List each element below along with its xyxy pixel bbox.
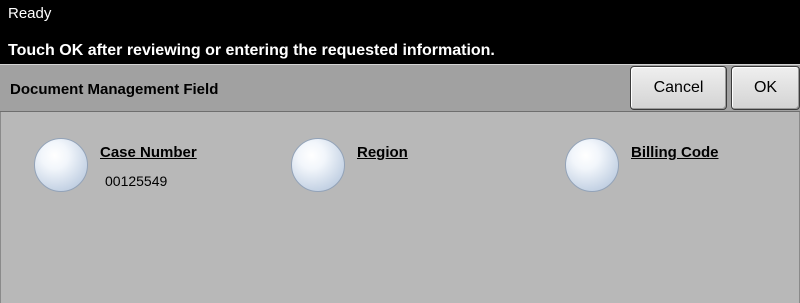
region-select-button[interactable] [291, 138, 345, 192]
touch-screen: Ready Touch OK after reviewing or enteri… [0, 0, 800, 303]
status-bar: Ready Touch OK after reviewing or enteri… [0, 0, 800, 64]
case-number-label[interactable]: Case Number [100, 144, 197, 161]
billing-code-label[interactable]: Billing Code [631, 144, 719, 161]
case-number-select-button[interactable] [34, 138, 88, 192]
cancel-button[interactable]: Cancel [630, 66, 727, 110]
case-number-value: 00125549 [105, 173, 168, 189]
ok-button[interactable]: OK [731, 66, 800, 110]
status-text: Ready [8, 5, 52, 22]
header-bar: Document Management Field Cancel OK [0, 64, 800, 112]
region-label[interactable]: Region [357, 144, 408, 161]
billing-code-select-button[interactable] [565, 138, 619, 192]
instruction-message: Touch OK after reviewing or entering the… [8, 42, 495, 59]
fields-panel: Case Number 00125549 Region Billing Code [0, 112, 800, 303]
page-title: Document Management Field [10, 81, 219, 98]
